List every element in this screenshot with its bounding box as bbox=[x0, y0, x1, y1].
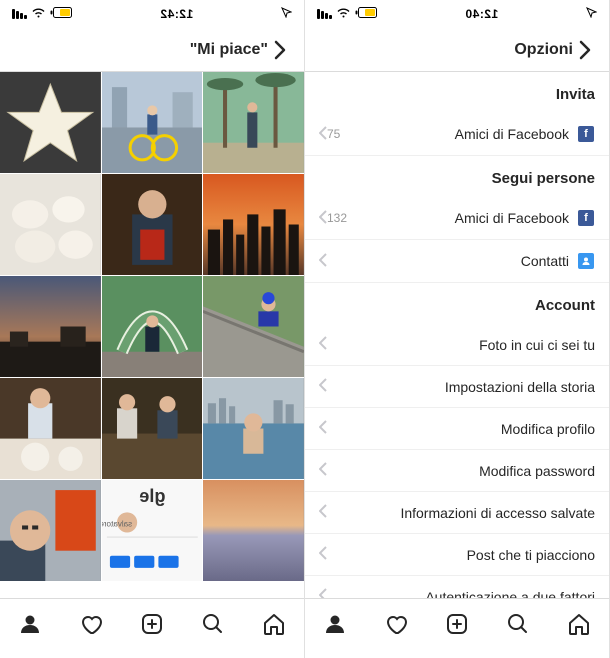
tab-activity[interactable] bbox=[77, 610, 105, 638]
tab-profile[interactable] bbox=[16, 610, 44, 638]
photo-arch[interactable] bbox=[102, 276, 203, 377]
screen-options: 12:40 Opzioni Invita 75 Amici di Faceboo… bbox=[305, 0, 610, 658]
wifi-icon bbox=[336, 7, 351, 21]
row-label: Modifica profilo bbox=[327, 421, 595, 437]
row-label: Amici di Facebook bbox=[353, 210, 569, 226]
tab-bar bbox=[305, 598, 609, 658]
contacts-icon bbox=[577, 252, 595, 270]
chevron-left-icon bbox=[319, 336, 327, 353]
tab-bar bbox=[0, 598, 304, 658]
tab-new-post[interactable] bbox=[138, 610, 166, 638]
photo-sunset-skyline[interactable] bbox=[203, 174, 304, 275]
location-icon bbox=[281, 7, 292, 21]
row-label: Informazioni di accesso salvate bbox=[327, 505, 595, 521]
row-count: 75 bbox=[327, 127, 340, 141]
row-count: 132 bbox=[327, 211, 347, 225]
cell-signal-icon bbox=[12, 9, 27, 19]
chevron-left-icon bbox=[319, 378, 327, 395]
tab-activity[interactable] bbox=[382, 610, 410, 638]
row-change-password[interactable]: Modifica password bbox=[305, 450, 609, 492]
chevron-left-icon bbox=[319, 546, 327, 563]
svg-text:gle: gle bbox=[139, 486, 165, 506]
row-label: Contatti bbox=[327, 253, 569, 269]
chevron-left-icon bbox=[319, 210, 327, 227]
tab-home[interactable] bbox=[260, 610, 288, 638]
section-invite-title: Invita bbox=[305, 72, 609, 113]
facebook-icon: f bbox=[577, 125, 595, 143]
photo-dining[interactable] bbox=[0, 378, 101, 479]
status-time: 12:42 bbox=[160, 7, 193, 21]
row-edit-profile[interactable]: Modifica profilo bbox=[305, 408, 609, 450]
status-time: 12:40 bbox=[465, 7, 498, 21]
row-liked-posts[interactable]: Post che ti piacciono bbox=[305, 534, 609, 576]
row-2fa[interactable]: Autenticazione a due fattori bbox=[305, 576, 609, 598]
photo-palms[interactable] bbox=[203, 72, 304, 173]
photo-beach[interactable] bbox=[203, 480, 304, 581]
page-title: Opzioni bbox=[341, 41, 573, 59]
photo-star[interactable] bbox=[0, 72, 101, 173]
back-button[interactable] bbox=[268, 38, 292, 62]
row-saved-login[interactable]: Informazioni di accesso salvate bbox=[305, 492, 609, 534]
row-invite-facebook[interactable]: 75 Amici di Facebook f bbox=[305, 113, 609, 156]
location-icon bbox=[586, 7, 597, 21]
back-button[interactable] bbox=[573, 38, 597, 62]
chevron-right-icon bbox=[579, 40, 591, 60]
row-label: Impostazioni della storia bbox=[327, 379, 595, 395]
photo-rooftops[interactable] bbox=[0, 276, 101, 377]
cell-signal-icon bbox=[317, 9, 332, 19]
svg-text:salvatore aranz: salvatore aranz bbox=[102, 519, 132, 528]
tab-search[interactable] bbox=[504, 610, 532, 638]
section-follow-title: Segui persone bbox=[305, 156, 609, 197]
section-account-title: Account bbox=[305, 283, 609, 324]
battery-icon bbox=[355, 7, 377, 21]
photo-google[interactable]: gle salvatore aranz bbox=[102, 480, 203, 581]
photo-luge[interactable] bbox=[203, 276, 304, 377]
status-bar: 12:40 bbox=[305, 0, 609, 28]
chevron-left-icon bbox=[319, 126, 327, 143]
photo-restaurant[interactable] bbox=[102, 378, 203, 479]
chevron-left-icon bbox=[319, 253, 327, 270]
row-label: Autenticazione a due fattori bbox=[327, 589, 595, 599]
row-follow-contacts[interactable]: Contatti bbox=[305, 240, 609, 283]
header-bar: Opzioni bbox=[305, 28, 609, 72]
battery-icon bbox=[50, 7, 72, 21]
photo-selfie[interactable] bbox=[0, 480, 101, 581]
photo-meringues[interactable] bbox=[0, 174, 101, 275]
wifi-icon bbox=[31, 7, 46, 21]
tab-search[interactable] bbox=[199, 610, 227, 638]
page-title: "Mi piace" bbox=[36, 41, 268, 59]
row-story-settings[interactable]: Impostazioni della storia bbox=[305, 366, 609, 408]
row-label: Amici di Facebook bbox=[346, 126, 569, 142]
chevron-left-icon bbox=[319, 420, 327, 437]
tab-new-post[interactable] bbox=[443, 610, 471, 638]
chevron-left-icon bbox=[319, 462, 327, 479]
liked-posts-grid: gle salvatore aranz bbox=[0, 72, 304, 598]
chevron-left-icon bbox=[319, 588, 327, 598]
row-label: Post che ti piacciono bbox=[327, 547, 595, 563]
status-bar: 12:42 bbox=[0, 0, 304, 28]
photo-cyclist[interactable] bbox=[102, 72, 203, 173]
header-bar: "Mi piace" bbox=[0, 28, 304, 72]
screen-likes: 12:42 "Mi piace" gle salvatore aranz bbox=[0, 0, 305, 658]
options-list: Invita 75 Amici di Facebook f Segui pers… bbox=[305, 72, 609, 598]
photo-man-book[interactable] bbox=[102, 174, 203, 275]
chevron-left-icon bbox=[319, 504, 327, 521]
photo-pool[interactable] bbox=[203, 378, 304, 479]
row-label: Foto in cui ci sei tu bbox=[327, 337, 595, 353]
tab-profile[interactable] bbox=[321, 610, 349, 638]
row-photos-of-you[interactable]: Foto in cui ci sei tu bbox=[305, 324, 609, 366]
tab-home[interactable] bbox=[565, 610, 593, 638]
chevron-right-icon bbox=[274, 40, 286, 60]
row-label: Modifica password bbox=[327, 463, 595, 479]
facebook-icon: f bbox=[577, 209, 595, 227]
row-follow-facebook[interactable]: 132 Amici di Facebook f bbox=[305, 197, 609, 240]
